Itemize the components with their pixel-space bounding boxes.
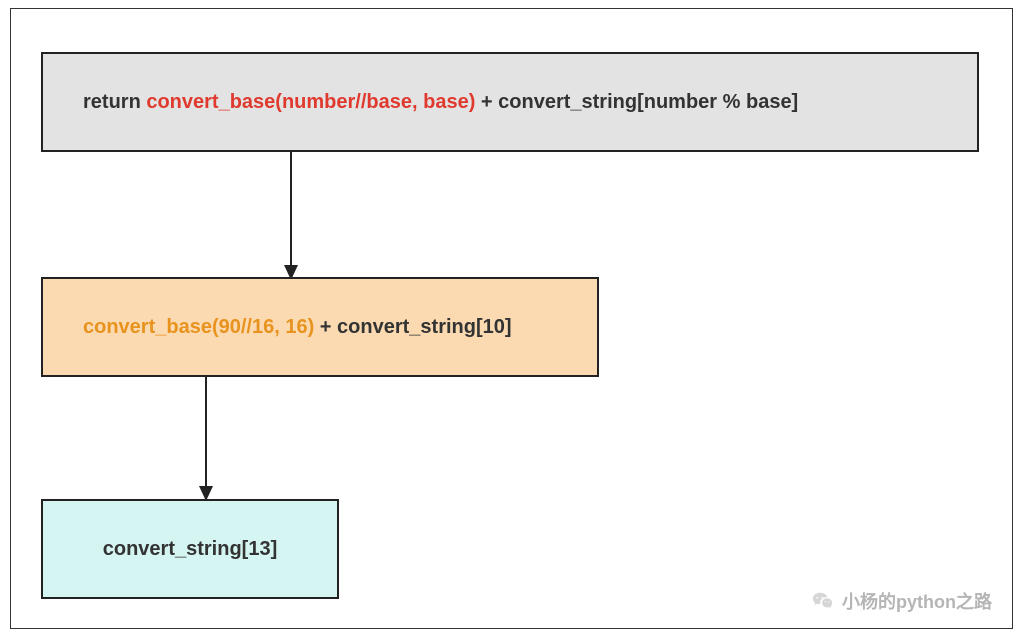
recursive-call-values: convert_base(90//16, 16) xyxy=(83,316,314,338)
base-case-text: convert_string[13] xyxy=(103,538,278,561)
node-first-expansion: convert_base(90//16, 16) + convert_strin… xyxy=(41,277,599,377)
node-return-statement: return convert_base(number//base, base) … xyxy=(41,52,979,152)
return-suffix: + convert_string[number % base] xyxy=(475,91,798,113)
recursive-call-generic: convert_base(number//base, base) xyxy=(146,91,475,113)
return-keyword: return xyxy=(83,91,146,113)
watermark: 小杨的python之路 xyxy=(812,588,992,614)
diagram-frame: return convert_base(number//base, base) … xyxy=(10,8,1013,629)
first-expansion-suffix: + convert_string[10] xyxy=(314,316,511,338)
arrow-1 xyxy=(281,152,301,282)
watermark-text: 小杨的python之路 xyxy=(842,588,992,614)
node-base-case: convert_string[13] xyxy=(41,499,339,599)
arrow-2 xyxy=(196,377,216,503)
wechat-icon xyxy=(812,590,834,612)
